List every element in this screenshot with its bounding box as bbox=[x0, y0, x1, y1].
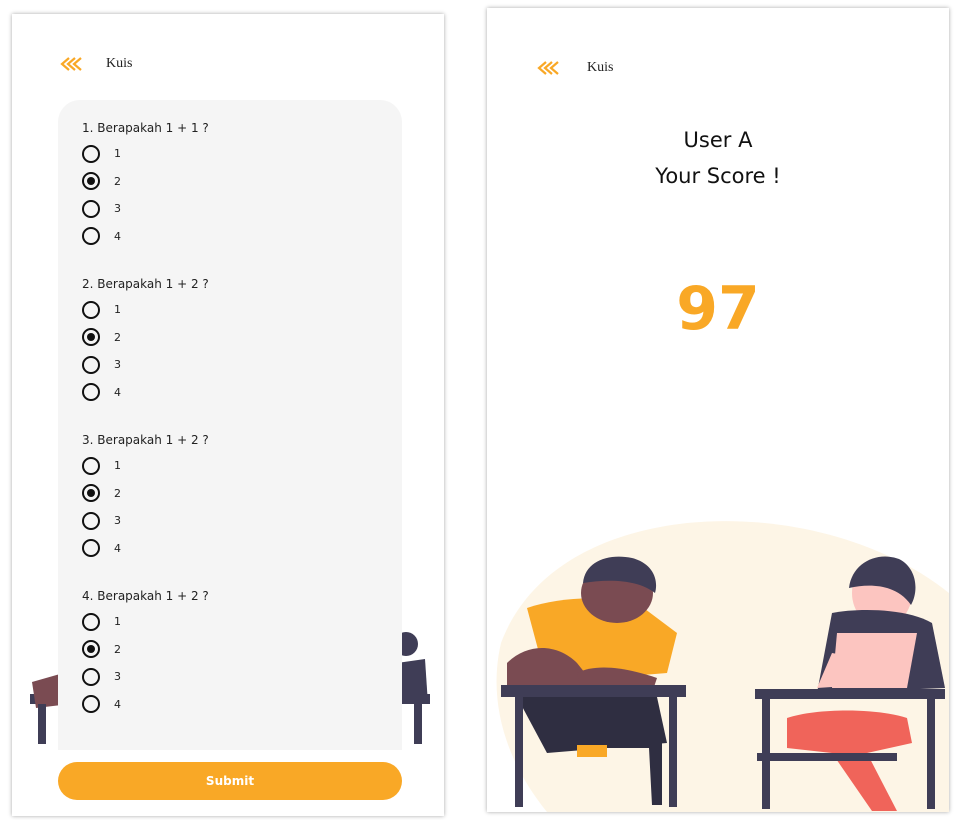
radio-button[interactable] bbox=[82, 144, 100, 163]
answer-option[interactable]: 1 bbox=[82, 296, 402, 324]
students-exam-illustration bbox=[496, 521, 949, 812]
quiz-header: Kuis bbox=[60, 56, 132, 72]
answer-option[interactable]: 3 bbox=[82, 351, 402, 379]
question-block: 3. Berapakah 1 + 2 ? 1 2 3 4 bbox=[82, 428, 402, 562]
option-label: 4 bbox=[114, 385, 121, 399]
answer-option[interactable]: 3 bbox=[82, 507, 402, 535]
option-label: 1 bbox=[114, 303, 121, 317]
answer-option[interactable]: 1 bbox=[82, 140, 402, 168]
score-screen: Kuis User A Your Score ! 97 bbox=[487, 8, 949, 812]
score-label: Your Score ! bbox=[655, 164, 781, 188]
question-block: 1. Berapakah 1 + 1 ? 1 2 3 4 bbox=[82, 116, 402, 250]
radio-button[interactable] bbox=[82, 383, 100, 402]
question-text: 1. Berapakah 1 + 1 ? bbox=[82, 121, 209, 135]
page-title: Kuis bbox=[106, 56, 133, 71]
radio-button[interactable] bbox=[82, 667, 100, 686]
question-text: 3. Berapakah 1 + 2 ? bbox=[82, 433, 209, 447]
answer-option[interactable]: 2 bbox=[82, 324, 402, 352]
radio-button[interactable] bbox=[82, 511, 100, 530]
score-value: 97 bbox=[676, 274, 760, 344]
option-label: 4 bbox=[114, 697, 121, 711]
question-block: 2. Berapakah 1 + 2 ? 1 2 3 4 bbox=[82, 272, 402, 406]
answer-option[interactable]: 2 bbox=[82, 636, 402, 664]
quiz-card: 1. Berapakah 1 + 1 ? 1 2 3 4 2. Berapakah 1 +… bbox=[58, 100, 402, 750]
answer-option[interactable]: 3 bbox=[82, 195, 402, 223]
answer-option[interactable]: 1 bbox=[82, 452, 402, 480]
radio-button[interactable] bbox=[82, 300, 100, 319]
answer-option[interactable]: 4 bbox=[82, 223, 402, 251]
option-label: 1 bbox=[114, 147, 121, 161]
option-label: 2 bbox=[114, 486, 121, 500]
option-label: 1 bbox=[114, 459, 121, 473]
chevron-double-left-icon[interactable] bbox=[60, 57, 82, 71]
answer-option[interactable]: 4 bbox=[82, 535, 402, 563]
answer-option[interactable]: 4 bbox=[82, 379, 402, 407]
option-label: 4 bbox=[114, 229, 121, 243]
answer-option[interactable]: 3 bbox=[82, 663, 402, 691]
option-label: 2 bbox=[114, 642, 121, 656]
answer-option[interactable]: 1 bbox=[82, 608, 402, 636]
option-label: 2 bbox=[114, 330, 121, 344]
radio-button[interactable] bbox=[82, 355, 100, 374]
score-header: Kuis bbox=[537, 60, 613, 76]
option-label: 3 bbox=[114, 670, 121, 684]
radio-button[interactable] bbox=[82, 612, 100, 631]
option-label: 2 bbox=[114, 174, 121, 188]
chevron-double-left-icon[interactable] bbox=[537, 61, 559, 75]
radio-button[interactable] bbox=[82, 199, 100, 218]
radio-button[interactable] bbox=[82, 695, 100, 714]
radio-button-checked[interactable] bbox=[82, 172, 100, 191]
question-block: 4. Berapakah 1 + 2 ? 1 2 3 4 bbox=[82, 584, 402, 718]
radio-button-checked[interactable] bbox=[82, 484, 100, 503]
radio-button-checked[interactable] bbox=[82, 640, 100, 659]
option-label: 1 bbox=[114, 615, 121, 629]
question-text: 2. Berapakah 1 + 2 ? bbox=[82, 277, 209, 291]
question-text: 4. Berapakah 1 + 2 ? bbox=[82, 589, 209, 603]
radio-button[interactable] bbox=[82, 227, 100, 246]
user-name: User A bbox=[683, 128, 753, 152]
answer-option[interactable]: 2 bbox=[82, 168, 402, 196]
answer-option[interactable]: 2 bbox=[82, 480, 402, 508]
radio-button-checked[interactable] bbox=[82, 328, 100, 347]
question-list: 1. Berapakah 1 + 1 ? 1 2 3 4 2. Berapakah 1 +… bbox=[82, 116, 402, 718]
option-label: 3 bbox=[114, 202, 121, 216]
submit-button[interactable]: Submit bbox=[58, 762, 402, 800]
radio-button[interactable] bbox=[82, 539, 100, 558]
radio-button[interactable] bbox=[82, 456, 100, 475]
option-label: 4 bbox=[114, 541, 121, 555]
answer-option[interactable]: 4 bbox=[82, 691, 402, 719]
quiz-screen: Kuis 1. Berapakah 1 + 1 ? 1 2 3 4 2. Berapaka… bbox=[12, 14, 444, 816]
option-label: 3 bbox=[114, 358, 121, 372]
page-title: Kuis bbox=[587, 60, 614, 75]
option-label: 3 bbox=[114, 514, 121, 528]
